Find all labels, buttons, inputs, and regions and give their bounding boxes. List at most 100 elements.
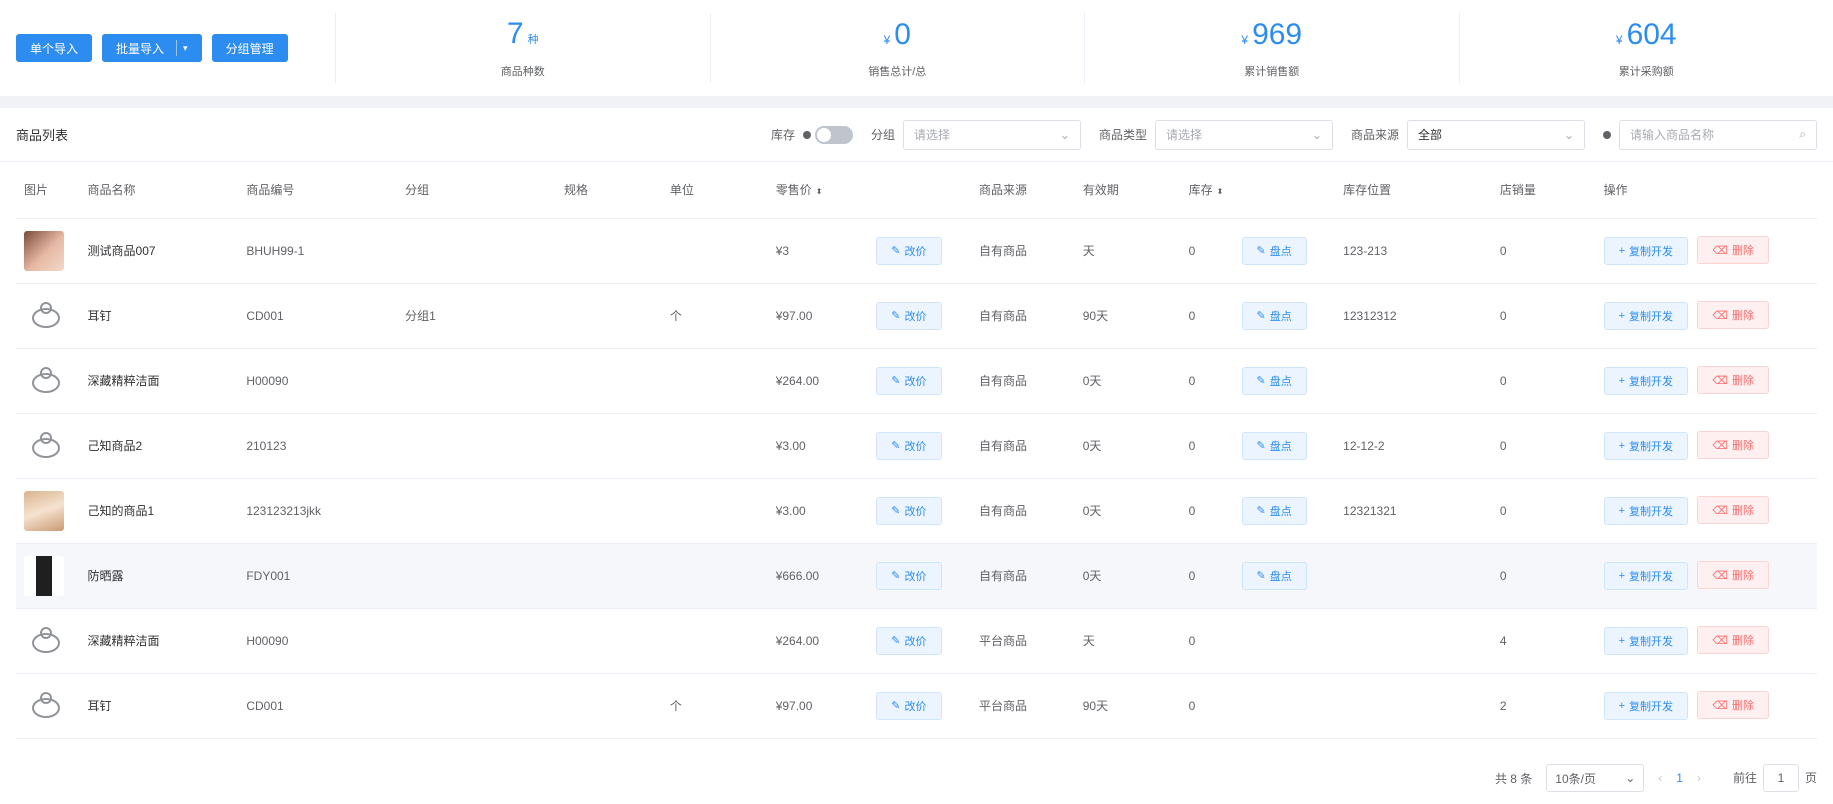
- copy-develop-button[interactable]: + 复制开发: [1603, 561, 1689, 590]
- stat-value: ¥969: [1241, 18, 1302, 57]
- delete-button[interactable]: ⌫ 删除: [1697, 301, 1769, 330]
- unit-cell: [661, 478, 768, 544]
- search-input[interactable]: 请输入商品名称 ⌕: [1619, 119, 1817, 150]
- price-action-cell: ✎ 改价: [868, 478, 971, 544]
- type-select-placeholder: 请选择: [1165, 128, 1202, 142]
- store-sales: 0: [1499, 243, 1507, 258]
- chevron-down-icon[interactable]: ▾: [183, 43, 188, 54]
- next-page-icon[interactable]: ›: [1697, 771, 1701, 785]
- type-select[interactable]: 请选择 ⌄: [1154, 119, 1333, 150]
- product-validity: 0天: [1082, 374, 1102, 388]
- search-icon[interactable]: ⌕: [1799, 127, 1806, 142]
- delete-button[interactable]: ⌫ 删除: [1697, 236, 1769, 265]
- stock-check-button[interactable]: ✎ 盘点: [1241, 301, 1307, 330]
- product-image[interactable]: [24, 296, 64, 336]
- actions-cell: + 复制开发 ⌫ 删除: [1595, 478, 1817, 544]
- dot-icon: [802, 130, 811, 139]
- product-image[interactable]: [24, 555, 64, 596]
- delete-button[interactable]: ⌫ 删除: [1697, 431, 1769, 460]
- delete-button[interactable]: ⌫ 删除: [1697, 366, 1769, 395]
- product-validity: 90天: [1082, 309, 1109, 323]
- stock-check-button[interactable]: ✎ 盘点: [1241, 236, 1307, 265]
- page-number[interactable]: 1: [1676, 771, 1683, 785]
- copy-develop-button[interactable]: + 复制开发: [1603, 496, 1689, 525]
- edit-price-button[interactable]: ✎ 改价: [876, 626, 942, 655]
- delete-button[interactable]: ⌫ 删除: [1697, 561, 1769, 590]
- product-code: CD001: [246, 698, 284, 713]
- actions-cell: + 复制开发 ⌫ 删除: [1595, 673, 1817, 739]
- stat-unit: 种: [527, 34, 539, 46]
- batch-import-button[interactable]: 批量导入 ▾: [102, 34, 202, 62]
- goto-prefix: 前往: [1732, 771, 1757, 785]
- store-sales: 2: [1499, 698, 1507, 713]
- edit-price-button[interactable]: ✎ 改价: [876, 496, 942, 525]
- name-cell: 耳钉: [79, 673, 239, 739]
- stats-header: 单个导入 批量导入 ▾ 分组管理 7种 商品种数 ¥0 销售总计/总 ¥969 累…: [0, 0, 1833, 96]
- edit-icon: ✎: [891, 700, 901, 712]
- name-cell: 测试商品007: [79, 218, 239, 284]
- edit-price-button[interactable]: ✎ 改价: [876, 431, 942, 460]
- spec-cell: [555, 348, 662, 414]
- sort-icon[interactable]: ⬍: [1217, 187, 1224, 196]
- source-cell: 自有商品: [970, 478, 1075, 544]
- stock-check-button[interactable]: ✎ 盘点: [1241, 431, 1307, 460]
- table-row[interactable]: 深藏精粹洁面 H00090 ¥264.00 ✎ 改价 平台商品 天 0 4 + 复制开发 ⌫ 删除: [16, 608, 1817, 674]
- group-manage-button[interactable]: 分组管理: [211, 34, 288, 62]
- source-select[interactable]: 全部 ⌄: [1407, 119, 1585, 150]
- copy-develop-button[interactable]: + 复制开发: [1603, 236, 1689, 265]
- edit-price-button[interactable]: ✎ 改价: [876, 366, 942, 395]
- table-row[interactable]: 深藏精粹洁面 H00090 ¥264.00 ✎ 改价 自有商品 0天 0 ✎ 盘点 0 + 复制开发 ⌫…: [16, 348, 1817, 414]
- stock-check-button[interactable]: ✎ 盘点: [1241, 366, 1307, 395]
- group-cell: [397, 348, 556, 414]
- edit-price-button[interactable]: ✎ 改价: [876, 301, 942, 330]
- product-price: ¥3.00: [775, 503, 806, 518]
- edit-price-label: 改价: [904, 310, 927, 323]
- product-image[interactable]: [24, 361, 64, 401]
- product-image[interactable]: [24, 686, 64, 726]
- copy-develop-button[interactable]: + 复制开发: [1603, 366, 1689, 395]
- price-cell: ¥264.00: [767, 608, 869, 674]
- stock-cell: 0: [1180, 543, 1234, 609]
- copy-develop-button[interactable]: + 复制开发: [1603, 626, 1689, 655]
- edit-price-label: 改价: [904, 375, 927, 388]
- toolbar: 单个导入 批量导入 ▾ 分组管理: [0, 34, 335, 62]
- product-image[interactable]: [24, 230, 64, 271]
- table-row[interactable]: 防晒露 FDY001 ¥666.00 ✎ 改价 自有商品 0天 0 ✎ 盘点 0 + 复制开发 ⌫ 删除: [16, 543, 1817, 609]
- stock-toggle[interactable]: [814, 125, 853, 144]
- delete-button[interactable]: ⌫ 删除: [1697, 626, 1769, 655]
- copy-develop-button[interactable]: + 复制开发: [1603, 691, 1689, 720]
- button-divider: [176, 40, 178, 56]
- edit-price-button[interactable]: ✎ 改价: [876, 236, 942, 265]
- column-header: 店销量: [1491, 162, 1596, 219]
- prev-page-icon[interactable]: ‹: [1658, 771, 1662, 785]
- stock-check-button[interactable]: ✎ 盘点: [1241, 496, 1307, 525]
- goto-input[interactable]: 1: [1762, 764, 1799, 792]
- table-row[interactable]: 测试商品007 BHUH99-1 ¥3 ✎ 改价 自有商品天 0 ✎ 盘点 123-213 0 + 复制…: [16, 218, 1817, 284]
- image-cell: [16, 543, 80, 609]
- price-action-cell: ✎ 改价: [868, 413, 971, 479]
- edit-price-button[interactable]: ✎ 改价: [876, 561, 942, 590]
- delete-button[interactable]: ⌫ 删除: [1697, 496, 1769, 525]
- delete-button[interactable]: ⌫ 删除: [1697, 691, 1769, 720]
- stock-check-button[interactable]: ✎ 盘点: [1241, 561, 1307, 590]
- single-import-button[interactable]: 单个导入: [16, 34, 93, 62]
- table-row[interactable]: 耳钉 CD001 个 ¥97.00 ✎ 改价 平台商品 90天 0 2 + 复制开发 ⌫ 删除: [16, 673, 1817, 739]
- search-placeholder: 请输入商品名称: [1630, 128, 1715, 142]
- product-image[interactable]: [24, 621, 64, 661]
- product-validity: 天: [1082, 634, 1095, 648]
- copy-develop-button[interactable]: + 复制开发: [1603, 431, 1689, 460]
- image-cell: [16, 413, 80, 479]
- table-row[interactable]: 耳钉 CD001 分组1 个 ¥97.00 ✎ 改价 自有商品 90天 0 ✎ 盘点 12312312 0…: [16, 283, 1817, 349]
- edit-price-button[interactable]: ✎ 改价: [876, 691, 942, 720]
- table-row[interactable]: 己知的商品1 123123213jkk ¥3.00 ✎ 改价 自有商品 0天 0 ✎ 盘点 1232…: [16, 478, 1817, 544]
- sort-icon[interactable]: ⬍: [816, 187, 823, 196]
- table-row[interactable]: 己知商品2 210123 ¥3.00 ✎ 改价 自有商品 0天 0 ✎ 盘点 12-12-2 0 + 复制…: [16, 413, 1817, 479]
- actions-cell: + 复制开发 ⌫ 删除: [1595, 218, 1817, 284]
- product-image[interactable]: [24, 426, 64, 466]
- product-image[interactable]: [24, 490, 64, 531]
- edit-icon: ✎: [1256, 310, 1266, 322]
- copy-develop-button[interactable]: + 复制开发: [1603, 301, 1689, 330]
- group-select[interactable]: 请选择 ⌄: [902, 119, 1081, 150]
- plus-icon: +: [1618, 634, 1626, 647]
- page-size-select[interactable]: 10条/页 ⌄: [1546, 764, 1645, 792]
